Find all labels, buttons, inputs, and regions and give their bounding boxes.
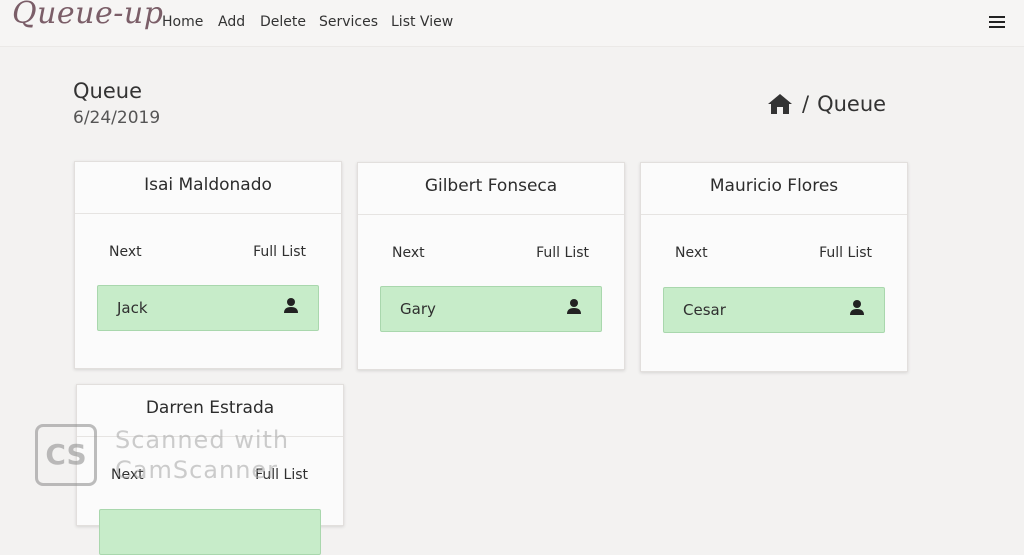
breadcrumb: / Queue bbox=[766, 90, 886, 118]
next-link[interactable]: Next bbox=[675, 245, 708, 261]
hamburger-menu-icon[interactable] bbox=[989, 16, 1005, 28]
next-person-item[interactable] bbox=[99, 509, 321, 555]
breadcrumb-current: Queue bbox=[817, 92, 887, 116]
user-icon bbox=[567, 299, 581, 314]
next-person-item[interactable]: Gary bbox=[380, 286, 602, 332]
card-title: Mauricio Flores bbox=[641, 163, 907, 215]
card-links: Next Full List bbox=[75, 214, 341, 274]
card-title: Isai Maldonado bbox=[75, 162, 341, 214]
home-icon[interactable] bbox=[766, 92, 794, 116]
nav-link-services[interactable]: Services bbox=[319, 14, 378, 30]
nav-link-list-view[interactable]: List View bbox=[391, 14, 453, 30]
card-links: Next Full List bbox=[641, 215, 907, 275]
full-list-link[interactable]: Full List bbox=[536, 245, 589, 261]
next-person-item[interactable]: Jack bbox=[97, 285, 319, 331]
full-list-link[interactable]: Full List bbox=[819, 245, 872, 261]
page-title: Queue bbox=[73, 79, 142, 103]
nav-link-delete[interactable]: Delete bbox=[260, 14, 306, 30]
brand-logo[interactable]: Queue-up bbox=[12, 0, 163, 31]
full-list-link[interactable]: Full List bbox=[253, 244, 306, 260]
queue-card: Isai Maldonado Next Full List Jack bbox=[74, 161, 342, 369]
card-title: Gilbert Fonseca bbox=[358, 163, 624, 215]
full-list-link[interactable]: Full List bbox=[255, 467, 308, 483]
next-person-name: Jack bbox=[117, 299, 148, 317]
queue-card: Gilbert Fonseca Next Full List Gary bbox=[357, 162, 625, 370]
page-date: 6/24/2019 bbox=[73, 108, 161, 128]
card-links: Next Full List bbox=[358, 215, 624, 275]
next-link[interactable]: Next bbox=[109, 244, 142, 260]
card-links: Next Full List bbox=[77, 437, 343, 497]
user-icon bbox=[284, 298, 298, 313]
next-person-name: Cesar bbox=[683, 301, 726, 319]
next-link[interactable]: Next bbox=[111, 467, 144, 483]
user-icon bbox=[850, 300, 864, 315]
queue-card: Mauricio Flores Next Full List Cesar bbox=[640, 162, 908, 372]
next-person-item[interactable]: Cesar bbox=[663, 287, 885, 333]
navbar: Queue-up Home Add Delete Services List V… bbox=[0, 0, 1024, 47]
breadcrumb-separator: / bbox=[802, 92, 810, 116]
queue-card: Darren Estrada Next Full List bbox=[76, 384, 344, 555]
next-link[interactable]: Next bbox=[392, 245, 425, 261]
card-title: Darren Estrada bbox=[77, 385, 343, 437]
nav-link-add[interactable]: Add bbox=[218, 14, 245, 30]
next-person-name: Gary bbox=[400, 300, 436, 318]
nav-link-home[interactable]: Home bbox=[162, 14, 203, 30]
